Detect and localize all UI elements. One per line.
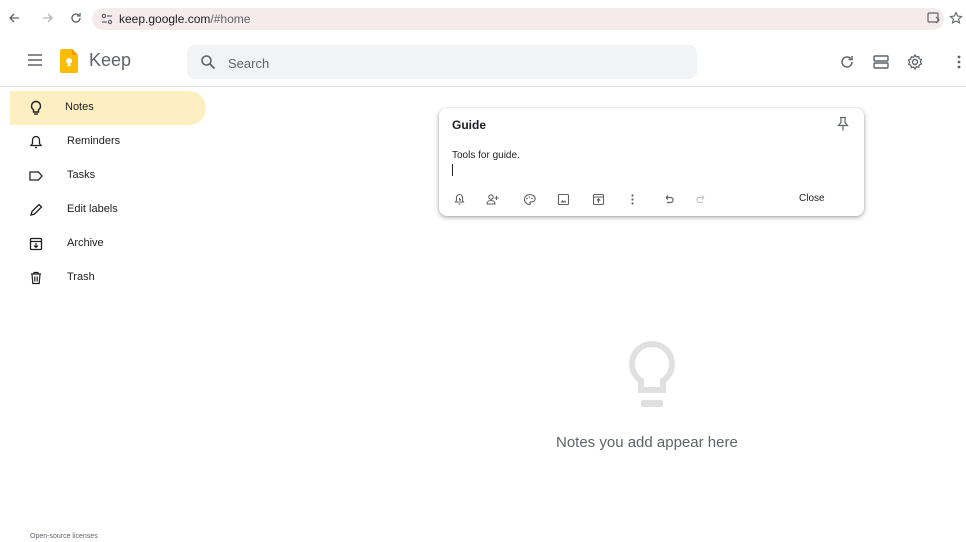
- sidebar-item-trash[interactable]: Trash: [12, 261, 208, 295]
- sidebar-item-label: Trash: [67, 271, 95, 283]
- open-source-licenses-link[interactable]: Open-source licenses: [30, 533, 98, 540]
- sidebar-item-label: Reminders: [67, 135, 121, 147]
- note-body-field[interactable]: Tools for guide.: [452, 150, 520, 161]
- sidebar-item-label: Tasks: [67, 169, 96, 181]
- archive-note-icon[interactable]: [592, 193, 605, 206]
- text-cursor: [452, 164, 453, 176]
- address-bar[interactable]: keep.google.com/#home: [92, 8, 944, 30]
- site-settings-icon[interactable]: [100, 12, 114, 26]
- app-title[interactable]: Keep: [89, 50, 131, 71]
- back-icon[interactable]: [6, 10, 22, 26]
- lightbulb-placeholder-icon: [629, 340, 675, 407]
- install-app-icon[interactable]: [927, 11, 941, 25]
- note-editor: Guide Tools for guide. Close: [439, 108, 864, 216]
- sidebar-item-notes[interactable]: Notes: [10, 91, 206, 125]
- sidebar-item-label: Archive: [67, 237, 104, 249]
- trash-icon: [31, 271, 41, 285]
- collaborator-icon[interactable]: [486, 193, 499, 206]
- note-title-field[interactable]: Guide: [452, 118, 486, 132]
- keep-logo-icon[interactable]: [60, 49, 78, 73]
- label-tag-icon: [29, 171, 43, 181]
- lightbulb-icon: [30, 100, 42, 115]
- archive-icon: [29, 237, 43, 251]
- remind-me-icon[interactable]: [453, 193, 466, 206]
- close-button[interactable]: Close: [799, 193, 825, 204]
- sidebar-item-label: Notes: [65, 101, 94, 113]
- background-options-icon[interactable]: [523, 193, 536, 206]
- bookmark-star-icon[interactable]: [949, 11, 963, 25]
- more-options-icon[interactable]: [626, 193, 639, 206]
- sidebar-item-archive[interactable]: Archive: [12, 227, 208, 261]
- app-header: Keep: [0, 36, 966, 87]
- sidebar-item-edit-labels[interactable]: Edit labels: [12, 193, 208, 227]
- pin-note-icon[interactable]: [836, 116, 850, 132]
- settings-gear-icon[interactable]: [906, 53, 924, 71]
- search-input[interactable]: [226, 52, 670, 74]
- sidebar-item-reminders[interactable]: Reminders: [12, 125, 208, 159]
- refresh-icon[interactable]: [838, 53, 856, 71]
- apps-more-icon[interactable]: [954, 53, 964, 71]
- undo-icon[interactable]: [662, 193, 675, 206]
- search-icon[interactable]: [200, 54, 216, 70]
- list-view-icon[interactable]: [872, 53, 890, 71]
- redo-icon[interactable]: [695, 193, 708, 206]
- sidebar-item-tasks[interactable]: Tasks: [12, 159, 208, 193]
- url-text[interactable]: keep.google.com/#home: [119, 12, 250, 26]
- pencil-icon: [30, 203, 43, 216]
- add-image-icon[interactable]: [557, 193, 570, 206]
- bell-icon: [29, 135, 43, 149]
- empty-state-message: Notes you add appear here: [556, 434, 738, 451]
- forward-icon[interactable]: [40, 10, 56, 26]
- reload-icon[interactable]: [68, 10, 84, 26]
- main-menu-icon[interactable]: [26, 51, 44, 69]
- sidebar-item-label: Edit labels: [67, 203, 118, 215]
- search-box[interactable]: [187, 45, 697, 79]
- browser-toolbar: keep.google.com/#home: [0, 0, 966, 36]
